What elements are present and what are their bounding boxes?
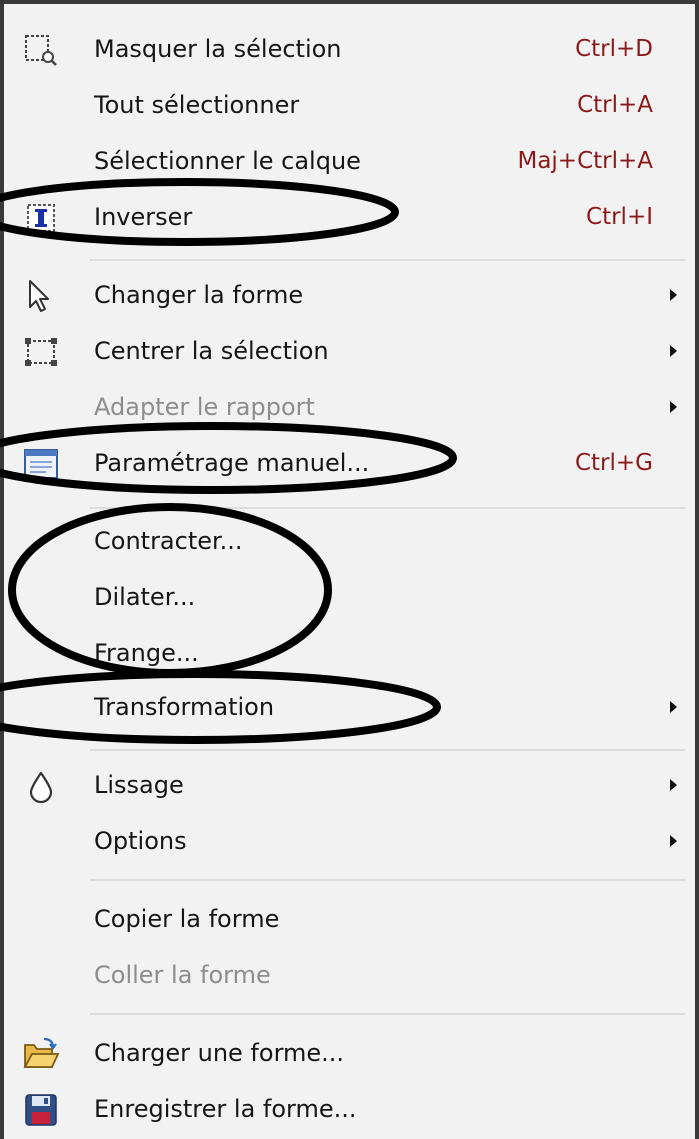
menu-item-copier-la-forme[interactable]: Copier la forme bbox=[8, 891, 691, 947]
menu-item-charger-une-forme[interactable]: Charger une forme... bbox=[8, 1025, 691, 1081]
menu-item-inverser[interactable]: Inverser Ctrl+I bbox=[8, 189, 691, 245]
menu-item-adapter-le-rapport: Adapter le rapport bbox=[8, 379, 691, 435]
menu-item-label: Adapter le rapport bbox=[94, 393, 315, 421]
menu-item-label: Frange... bbox=[94, 639, 199, 667]
menu-separator bbox=[90, 1013, 685, 1015]
menu-item-shortcut: Maj+Ctrl+A bbox=[517, 148, 653, 174]
selection-hide-icon bbox=[22, 31, 60, 69]
menu-item-changer-la-forme[interactable]: Changer la forme bbox=[8, 267, 691, 323]
menu-item-lissage[interactable]: Lissage bbox=[8, 757, 691, 813]
menu-item-label: Dilater... bbox=[94, 583, 196, 611]
menu-item-label: Paramétrage manuel... bbox=[94, 449, 370, 477]
menu-item-label: Changer la forme bbox=[94, 281, 304, 309]
menu-item-shortcut: Ctrl+A bbox=[577, 92, 653, 118]
menu-separator bbox=[90, 507, 685, 509]
menu-item-frange[interactable]: Frange... bbox=[8, 625, 691, 681]
menu-separator bbox=[90, 749, 685, 751]
menu-item-contracter[interactable]: Contracter... bbox=[8, 513, 691, 569]
manual-settings-icon bbox=[22, 445, 60, 483]
menu-item-label: Tout sélectionner bbox=[94, 91, 300, 119]
save-disk-icon bbox=[22, 1091, 60, 1129]
menu-item-parametrage-manuel[interactable]: Paramétrage manuel... Ctrl+G bbox=[8, 435, 691, 491]
menu-item-label: Transformation bbox=[94, 693, 275, 721]
cursor-arrow-icon bbox=[22, 277, 60, 315]
menu-item-selectionner-le-calque[interactable]: Sélectionner le calque Maj+Ctrl+A bbox=[8, 133, 691, 189]
drop-icon bbox=[22, 767, 60, 805]
menu-item-label: Lissage bbox=[94, 771, 184, 799]
menu-item-coller-la-forme: Coller la forme bbox=[8, 947, 691, 1003]
menu-item-transformation[interactable]: Transformation bbox=[8, 679, 691, 735]
menu-item-label: Copier la forme bbox=[94, 905, 280, 933]
menu-item-label: Charger une forme... bbox=[94, 1039, 345, 1067]
menu-item-enregistrer-la-forme[interactable]: Enregistrer la forme... bbox=[8, 1081, 691, 1137]
menu-item-label: Enregistrer la forme... bbox=[94, 1095, 357, 1123]
menu-item-label: Sélectionner le calque bbox=[94, 147, 361, 175]
menu-separator bbox=[90, 259, 685, 261]
menu-item-shortcut: Ctrl+G bbox=[574, 450, 653, 476]
menu-item-label: Masquer la sélection bbox=[94, 35, 342, 63]
submenu-arrow-icon bbox=[670, 835, 677, 847]
menu-item-shortcut: Ctrl+D bbox=[575, 36, 653, 62]
center-selection-icon bbox=[22, 333, 60, 371]
context-menu: Masquer la sélection Ctrl+D Tout sélecti… bbox=[0, 0, 699, 1139]
menu-item-centrer-la-selection[interactable]: Centrer la sélection bbox=[8, 323, 691, 379]
menu-item-label: Centrer la sélection bbox=[94, 337, 329, 365]
menu-item-masquer-la-selection[interactable]: Masquer la sélection Ctrl+D bbox=[8, 21, 691, 77]
submenu-arrow-icon bbox=[670, 779, 677, 791]
menu-item-shortcut: Ctrl+I bbox=[586, 204, 653, 230]
menu-item-options[interactable]: Options bbox=[8, 813, 691, 869]
submenu-arrow-icon bbox=[670, 289, 677, 301]
submenu-arrow-icon bbox=[670, 345, 677, 357]
menu-item-tout-selectionner[interactable]: Tout sélectionner Ctrl+A bbox=[8, 77, 691, 133]
menu-separator bbox=[90, 879, 685, 881]
menu-item-dilater[interactable]: Dilater... bbox=[8, 569, 691, 625]
submenu-arrow-icon bbox=[670, 701, 677, 713]
invert-icon bbox=[22, 199, 60, 237]
submenu-arrow-icon bbox=[670, 401, 677, 413]
menu-item-label: Contracter... bbox=[94, 527, 243, 555]
menu-item-label: Options bbox=[94, 827, 187, 855]
open-folder-icon bbox=[22, 1035, 60, 1073]
menu-item-label: Inverser bbox=[94, 203, 193, 231]
menu-item-label: Coller la forme bbox=[94, 961, 271, 989]
